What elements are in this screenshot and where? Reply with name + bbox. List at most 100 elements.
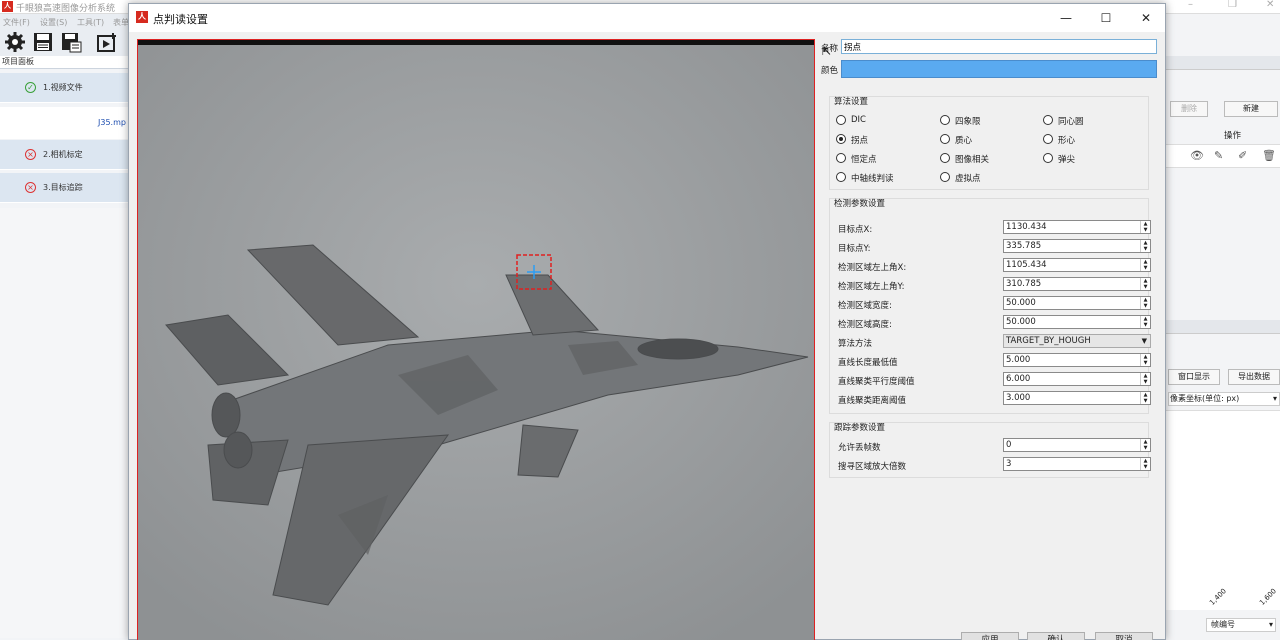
save-as-icon[interactable]	[60, 31, 82, 53]
radio-label: 弹尖	[1058, 155, 1076, 165]
project-file-item[interactable]: J35.mp	[0, 107, 128, 139]
new-button[interactable]: 新建	[1224, 101, 1278, 117]
drop-frames-spinbox[interactable]: 0 ▲ ▼	[1003, 438, 1151, 452]
menu-tools[interactable]: 工具(T)	[77, 17, 104, 28]
spin-arrows-icon[interactable]: ▲ ▼	[1140, 439, 1150, 451]
param-label: 允许丢帧数	[838, 443, 881, 453]
window-show-button[interactable]: 窗口显示	[1168, 369, 1220, 385]
parallel-threshold-spinbox[interactable]: 6.000 ▲ ▼	[1003, 372, 1151, 386]
project-item-calibration[interactable]: × 2.相机标定	[0, 140, 128, 170]
param-label: 目标点X:	[838, 225, 873, 235]
spin-value: 6.000	[1006, 374, 1031, 384]
spin-value: 310.785	[1006, 279, 1042, 289]
menu-form[interactable]: 表单	[113, 17, 129, 28]
close-icon[interactable]: ✕	[1131, 8, 1161, 28]
spin-arrows-icon[interactable]: ▲ ▼	[1140, 259, 1150, 271]
confirm-button[interactable]: 确认	[1027, 632, 1085, 640]
spin-arrows-icon[interactable]: ▲ ▼	[1140, 354, 1150, 366]
main-minimize-icon[interactable]: –	[1188, 0, 1193, 10]
frame-number-select[interactable]: 帧编号 ▾	[1206, 618, 1276, 632]
spin-value: 5.000	[1006, 355, 1031, 365]
main-close-icon[interactable]: ✕	[1266, 0, 1274, 10]
color-picker[interactable]	[841, 60, 1157, 78]
search-scale-spinbox[interactable]: 3 ▲ ▼	[1003, 457, 1151, 471]
spin-arrows-icon[interactable]: ▲ ▼	[1140, 458, 1150, 470]
save-icon[interactable]	[32, 31, 54, 53]
spin-arrows-icon[interactable]: ▲ ▼	[1140, 278, 1150, 290]
settings-gear-icon[interactable]	[4, 31, 26, 53]
error-circle-icon: ×	[25, 149, 36, 160]
coord-unit-label: 像素坐标(单位: px)	[1170, 394, 1240, 403]
spin-arrows-icon[interactable]: ▲ ▼	[1140, 297, 1150, 309]
param-label: 搜寻区域放大倍数	[838, 462, 907, 472]
delete-button[interactable]: 删除	[1170, 101, 1208, 117]
algorithm-group-title: 算法设置	[834, 97, 869, 107]
right-panel-bar-2	[1166, 320, 1280, 334]
detection-group-title: 检测参数设置	[834, 199, 886, 209]
spin-arrows-icon[interactable]: ▲ ▼	[1140, 373, 1150, 385]
spin-arrows-icon[interactable]: ▲ ▼	[1140, 316, 1150, 328]
project-item-video[interactable]: ✓ 1.视频文件	[0, 73, 128, 103]
target-y-spinbox[interactable]: 335.785 ▲ ▼	[1003, 239, 1151, 253]
project-item-label: 1.视频文件	[43, 83, 83, 92]
region-width-spinbox[interactable]: 50.000 ▲ ▼	[1003, 296, 1151, 310]
check-circle-icon: ✓	[25, 82, 36, 93]
spin-value: 335.785	[1006, 241, 1042, 251]
eye-icon[interactable]: 👁	[1190, 149, 1204, 162]
export-data-button[interactable]: 导出数据	[1228, 369, 1280, 385]
coord-unit-select[interactable]: 像素坐标(单位: px) ▾	[1168, 392, 1280, 406]
radio-label: 四象限	[955, 117, 981, 127]
chart-tick: 1,600	[1258, 587, 1278, 607]
method-label: 算法方法	[838, 339, 873, 349]
menu-file[interactable]: 文件(F)	[3, 17, 30, 28]
radio-label: 恒定点	[851, 155, 877, 165]
algorithm-settings-group: 算法设置 DIC 四象限 同心圆 拐点 质心 形心 恒定点 图像相关 弹尖 中轴…	[829, 96, 1149, 190]
spin-value: 3.000	[1006, 393, 1031, 403]
param-label: 检测区域左上角X:	[838, 263, 907, 273]
chart-tick: 1,400	[1208, 587, 1228, 607]
video-play-icon[interactable]	[96, 31, 118, 53]
method-combobox[interactable]: TARGET_BY_HOUGH ▼	[1003, 334, 1151, 348]
spin-arrows-icon[interactable]: ▲ ▼	[1140, 221, 1150, 233]
spin-value: 50.000	[1006, 298, 1036, 308]
error-circle-icon: ×	[25, 182, 36, 193]
region-x-spinbox[interactable]: 1105.434 ▲ ▼	[1003, 258, 1151, 272]
region-height-spinbox[interactable]: 50.000 ▲ ▼	[1003, 315, 1151, 329]
project-item-label: 3.目标追踪	[43, 183, 83, 192]
menu-settings[interactable]: 设置(S)	[40, 17, 67, 28]
radio-label: DIC	[851, 115, 866, 125]
pencil-icon[interactable]: ✎	[1214, 149, 1223, 162]
main-menubar: 文件(F) 设置(S) 工具(T) 表单	[0, 15, 130, 29]
apply-button[interactable]: 应用	[961, 632, 1019, 640]
spin-value: 1130.434	[1006, 222, 1047, 232]
spin-value: 3	[1006, 459, 1012, 469]
spin-value: 0	[1006, 440, 1012, 450]
minimize-icon[interactable]: —	[1051, 8, 1081, 28]
param-label: 直线长度最低值	[838, 358, 898, 368]
maximize-icon[interactable]: ☐	[1091, 8, 1121, 28]
distance-threshold-spinbox[interactable]: 3.000 ▲ ▼	[1003, 391, 1151, 405]
spin-arrows-icon[interactable]: ▲ ▼	[1140, 392, 1150, 404]
video-frame-viewport[interactable]	[137, 39, 815, 640]
project-panel: 项目面板 ✓ 1.视频文件 J35.mp × 2.相机标定 × 3.目标追踪	[0, 56, 128, 640]
radio-label: 图像相关	[955, 155, 990, 165]
main-window-controls: – ❐ ✕	[1170, 0, 1280, 14]
edit-doc-icon[interactable]: ✐	[1238, 149, 1247, 162]
cancel-button[interactable]: 取消	[1095, 632, 1153, 640]
region-y-spinbox[interactable]: 310.785 ▲ ▼	[1003, 277, 1151, 291]
detection-params-group: 检测参数设置 目标点X: 1130.434 ▲ ▼ 目标点Y: 335.785 ▲ ▼ …	[829, 198, 1151, 414]
spin-arrows-icon[interactable]: ▲ ▼	[1140, 240, 1150, 252]
trash-icon[interactable]: 🗑	[1262, 149, 1276, 162]
radio-label: 中轴线判读	[851, 174, 894, 184]
ops-row: 👁 ✎ ✐ 🗑	[1166, 144, 1280, 168]
project-file-name: J35.mp	[98, 118, 126, 127]
aircraft-frame-image	[138, 45, 814, 640]
name-input[interactable]	[841, 39, 1157, 54]
main-maximize-icon[interactable]: ❐	[1228, 0, 1237, 10]
line-length-spinbox[interactable]: 5.000 ▲ ▼	[1003, 353, 1151, 367]
param-label: 检测区域左上角Y:	[838, 282, 905, 292]
project-item-tracking[interactable]: × 3.目标追踪	[0, 173, 128, 203]
dialog-title: 点判读设置	[153, 13, 208, 26]
radio-label: 形心	[1058, 136, 1076, 146]
target-x-spinbox[interactable]: 1130.434 ▲ ▼	[1003, 220, 1151, 234]
